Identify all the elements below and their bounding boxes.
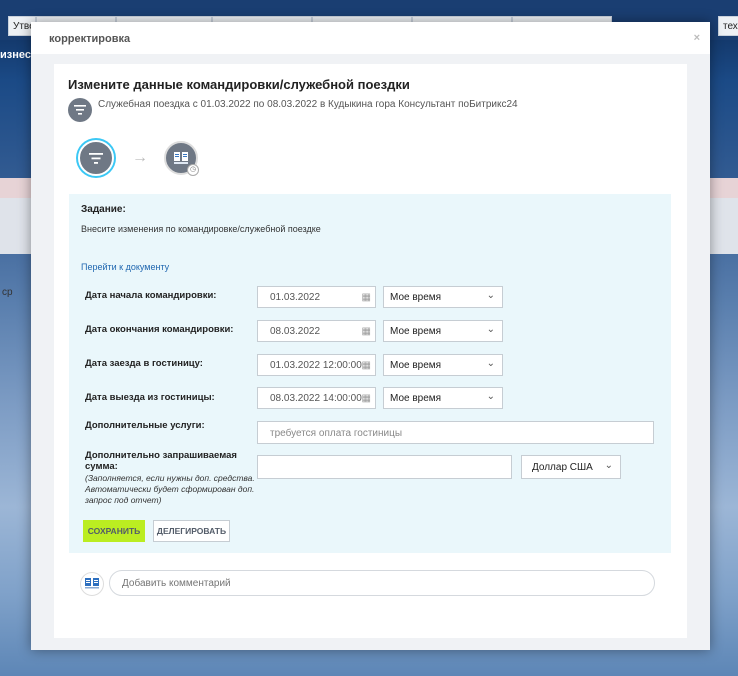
currency-select[interactable]: Доллар США ⌄ bbox=[521, 455, 621, 479]
trip-description: Служебная поездка с 01.03.2022 по 08.03.… bbox=[98, 99, 518, 110]
start-date-input[interactable]: 01.03.2022 ▦ bbox=[257, 286, 376, 308]
filter-icon bbox=[89, 152, 103, 164]
chevron-down-icon: ⌄ bbox=[486, 391, 495, 402]
task-label: Задание: bbox=[81, 204, 126, 215]
form-panel: Измените данные командировки/служебной п… bbox=[54, 64, 687, 638]
chevron-down-icon: ⌄ bbox=[486, 290, 495, 301]
amount-label: Дополнительно запрашиваемая сумма: bbox=[85, 450, 237, 472]
checkin-date-input[interactable]: 01.03.2022 12:00:00 ▦ bbox=[257, 354, 376, 376]
book-icon bbox=[85, 578, 99, 589]
checkout-date-input[interactable]: 08.03.2022 14:00:00 ▦ bbox=[257, 387, 376, 409]
currency-value: Доллар США bbox=[532, 462, 593, 473]
go-to-document-link[interactable]: Перейти к документу bbox=[81, 262, 169, 272]
checkin-date-label: Дата заезда в гостиницу: bbox=[85, 358, 203, 369]
book-icon bbox=[174, 152, 188, 164]
background-tab: техн bbox=[718, 16, 738, 36]
calendar-icon[interactable]: ▦ bbox=[362, 393, 371, 404]
services-input[interactable]: требуется оплата гостиницы bbox=[257, 421, 654, 444]
workflow-step-current bbox=[78, 140, 114, 176]
save-button[interactable]: СОХРАНИТЬ bbox=[83, 520, 145, 542]
amount-input[interactable] bbox=[257, 455, 512, 479]
start-date-value: 01.03.2022 bbox=[270, 292, 321, 303]
trip-summary: Служебная поездка с 01.03.2022 по 08.03.… bbox=[68, 98, 518, 122]
avatar bbox=[80, 572, 104, 596]
close-icon[interactable]: × bbox=[694, 32, 700, 44]
calendar-icon[interactable]: ▦ bbox=[362, 360, 371, 371]
modal-body: Измените данные командировки/служебной п… bbox=[31, 54, 710, 650]
end-timezone-value: Мое время bbox=[390, 326, 442, 337]
comment-input[interactable] bbox=[109, 570, 655, 596]
workflow-steps: → ◷ bbox=[78, 140, 199, 176]
checkin-date-value: 01.03.2022 12:00:00 bbox=[270, 360, 362, 371]
chevron-down-icon: ⌄ bbox=[604, 460, 613, 471]
chevron-down-icon: ⌄ bbox=[486, 358, 495, 369]
end-date-input[interactable]: 08.03.2022 ▦ bbox=[257, 320, 376, 342]
checkout-timezone-select[interactable]: Мое время ⌄ bbox=[383, 387, 503, 409]
modal-header: корректировка × bbox=[31, 22, 710, 54]
correction-modal: корректировка × Измените данные командир… bbox=[31, 22, 710, 650]
delegate-button[interactable]: ДЕЛЕГИРОВАТЬ bbox=[153, 520, 230, 542]
page-title: Измените данные командировки/служебной п… bbox=[68, 77, 410, 92]
checkout-date-value: 08.03.2022 14:00:00 bbox=[270, 393, 362, 404]
services-value: требуется оплата гостиницы bbox=[270, 428, 403, 439]
end-timezone-select[interactable]: Мое время ⌄ bbox=[383, 320, 503, 342]
checkin-timezone-select[interactable]: Мое время ⌄ bbox=[383, 354, 503, 376]
clock-icon: ◷ bbox=[187, 164, 199, 176]
task-text: Внесите изменения по командировке/служеб… bbox=[81, 224, 321, 234]
modal-title: корректировка bbox=[49, 33, 131, 45]
task-block: Задание: Внесите изменения по командиров… bbox=[69, 194, 671, 553]
arrow-right-icon: → bbox=[132, 149, 148, 166]
end-date-value: 08.03.2022 bbox=[270, 326, 321, 337]
start-timezone-select[interactable]: Мое время ⌄ bbox=[383, 286, 503, 308]
services-label: Дополнительные услуги: bbox=[85, 420, 205, 431]
checkout-timezone-value: Мое время bbox=[390, 393, 442, 404]
filter-icon bbox=[68, 98, 92, 122]
start-timezone-value: Мое время bbox=[390, 292, 442, 303]
workflow-step-next: ◷ bbox=[164, 141, 199, 176]
amount-note: (Заполняется, если нужны доп. средства. … bbox=[85, 473, 255, 505]
start-date-label: Дата начала командировки: bbox=[85, 290, 217, 301]
background-side-label: ср bbox=[2, 287, 13, 298]
checkin-timezone-value: Мое время bbox=[390, 360, 442, 371]
chevron-down-icon: ⌄ bbox=[486, 324, 495, 335]
calendar-icon[interactable]: ▦ bbox=[362, 326, 371, 337]
calendar-icon[interactable]: ▦ bbox=[362, 292, 371, 303]
checkout-date-label: Дата выезда из гостиницы: bbox=[85, 392, 215, 403]
end-date-label: Дата окончания командировки: bbox=[85, 324, 234, 335]
